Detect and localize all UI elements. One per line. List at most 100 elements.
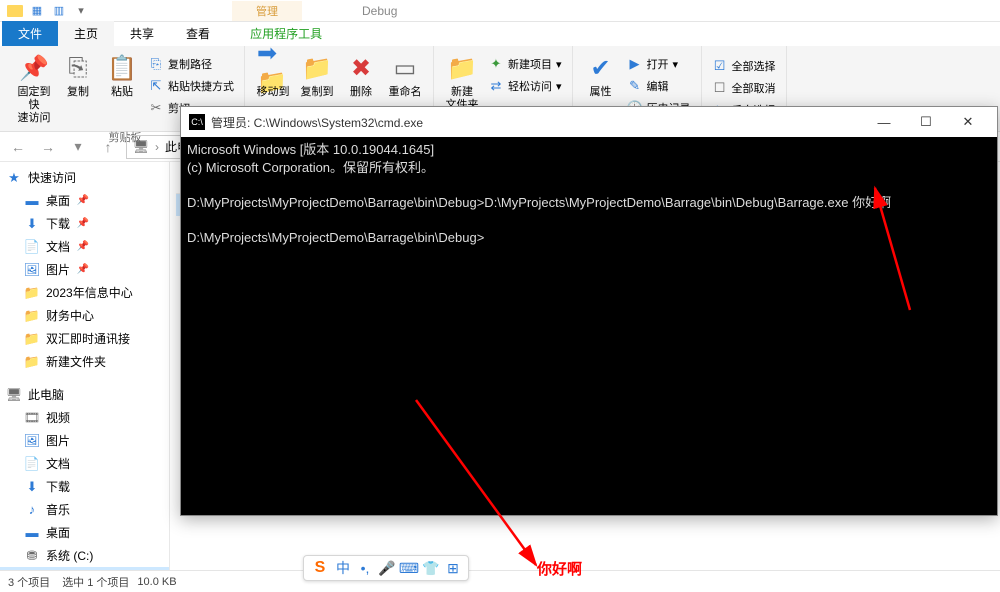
ime-menu-icon[interactable]: ⊞: [444, 559, 462, 577]
copy-to-button[interactable]: 📁复制到: [295, 50, 339, 101]
edit-button[interactable]: ✎编辑: [623, 76, 695, 96]
download-icon: ⬇: [24, 216, 40, 232]
qat-new-folder-icon[interactable]: ▥: [50, 2, 68, 20]
open-icon: ▶: [627, 56, 643, 72]
pc-icon: 🖥: [133, 139, 149, 155]
paste-shortcut-icon: ⇱: [148, 78, 164, 94]
star-icon: ★: [6, 170, 22, 186]
new-item-button[interactable]: ✦新建项目 ▾: [484, 54, 566, 74]
picture-icon: 🖼: [24, 433, 40, 449]
sidebar-item-pictures[interactable]: 🖼图片📌: [0, 258, 169, 281]
qat-properties-icon[interactable]: ▦: [28, 2, 46, 20]
new-folder-icon: 📁: [446, 52, 478, 84]
paste-button[interactable]: 📋 粘贴: [100, 50, 144, 101]
edit-icon: ✎: [627, 78, 643, 94]
sidebar-item-documents2[interactable]: 📄文档: [0, 452, 169, 475]
rename-icon: ▭: [389, 52, 421, 84]
minimize-button[interactable]: —: [863, 107, 905, 137]
sidebar-item-music[interactable]: ♪音乐: [0, 498, 169, 521]
tab-share[interactable]: 共享: [114, 21, 170, 46]
ime-toolbar[interactable]: S 中 •, 🎤 ⌨ 👕 ⊞: [303, 555, 469, 581]
nav-back-button[interactable]: ←: [6, 135, 30, 159]
delete-icon: ✖: [345, 52, 377, 84]
sogou-logo-icon[interactable]: S: [310, 558, 330, 578]
pc-icon: 🖥: [6, 387, 22, 403]
context-tab-header: 管理: [232, 1, 302, 21]
sidebar-item-documents[interactable]: 📄文档📌: [0, 235, 169, 258]
select-none-button[interactable]: ☐全部取消: [708, 78, 780, 98]
new-item-icon: ✦: [488, 56, 504, 72]
pin-quick-access-button[interactable]: 📌 固定到快 速访问: [12, 50, 56, 127]
sidebar-pc-header[interactable]: 🖥此电脑: [0, 383, 169, 406]
new-folder-button[interactable]: 📁新建 文件夹: [440, 50, 484, 114]
nav-up-button[interactable]: ↑: [96, 135, 120, 159]
properties-button[interactable]: ✔属性: [579, 50, 623, 101]
cmd-window: C:\ 管理员: C:\Windows\System32\cmd.exe — ☐…: [180, 106, 998, 516]
select-all-icon: ☑: [712, 58, 728, 74]
open-button[interactable]: ▶打开 ▾: [623, 54, 695, 74]
pin-icon: 📌: [76, 195, 90, 206]
copy-button[interactable]: ⎘ 复制: [56, 50, 100, 101]
tab-file[interactable]: 文件: [2, 21, 58, 46]
sidebar-quick-header[interactable]: ★快速访问: [0, 166, 169, 189]
sidebar-item-downloads2[interactable]: ⬇下载: [0, 475, 169, 498]
paste-shortcut-button[interactable]: ⇱粘贴快捷方式: [144, 76, 238, 96]
sidebar-item-folder2[interactable]: 📁财务中心: [0, 304, 169, 327]
picture-icon: 🖼: [24, 262, 40, 278]
download-icon: ⬇: [24, 479, 40, 495]
easy-access-button[interactable]: ⇄轻松访问 ▾: [484, 76, 566, 96]
sidebar-item-video[interactable]: 🎞视频: [0, 406, 169, 429]
ime-skin-icon[interactable]: 👕: [422, 559, 440, 577]
close-button[interactable]: ✕: [947, 107, 989, 137]
nav-recent-button[interactable]: ▾: [66, 135, 90, 159]
extra-tab: Debug: [346, 0, 413, 22]
sidebar-item-desktop[interactable]: ▬桌面📌: [0, 189, 169, 212]
cmd-output[interactable]: Microsoft Windows [版本 10.0.19044.1645] (…: [181, 137, 997, 251]
sidebar-item-folder4[interactable]: 📁新建文件夹: [0, 350, 169, 373]
folder-icon: [6, 2, 24, 20]
cmd-icon: C:\: [189, 114, 205, 130]
pin-icon: 📌: [18, 52, 50, 84]
copy-path-button[interactable]: ⎘复制路径: [144, 54, 238, 74]
properties-icon: ✔: [585, 52, 617, 84]
sidebar-item-folder1[interactable]: 📁2023年信息中心: [0, 281, 169, 304]
move-to-button[interactable]: ➡📁移动到: [251, 50, 295, 101]
status-bar: 3 个项目 选中 1 个项目 10.0 KB: [0, 570, 1000, 592]
move-icon: ➡📁: [257, 52, 289, 84]
ime-keyboard-icon[interactable]: ⌨: [400, 559, 418, 577]
cmd-titlebar[interactable]: C:\ 管理员: C:\Windows\System32\cmd.exe — ☐…: [181, 107, 997, 137]
cmd-title-text: 管理员: C:\Windows\System32\cmd.exe: [211, 114, 423, 131]
nav-forward-button[interactable]: →: [36, 135, 60, 159]
title-bar: ▦ ▥ ▾ 管理 Debug: [0, 0, 1000, 22]
document-icon: 📄: [24, 239, 40, 255]
sidebar: ★快速访问 ▬桌面📌 ⬇下载📌 📄文档📌 🖼图片📌 📁2023年信息中心 📁财务…: [0, 162, 170, 570]
copy-path-icon: ⎘: [148, 56, 164, 72]
cut-icon: ✂: [148, 100, 164, 116]
tab-home[interactable]: 主页: [58, 21, 114, 46]
status-selection: 选中 1 个项目: [62, 574, 129, 590]
sidebar-item-pictures2[interactable]: 🖼图片: [0, 429, 169, 452]
document-icon: 📄: [24, 456, 40, 472]
maximize-button[interactable]: ☐: [905, 107, 947, 137]
ime-mic-icon[interactable]: 🎤: [378, 559, 396, 577]
video-icon: 🎞: [24, 410, 40, 426]
sidebar-item-downloads[interactable]: ⬇下载📌: [0, 212, 169, 235]
sidebar-item-desktop2[interactable]: ▬桌面: [0, 521, 169, 544]
sidebar-item-drive-c[interactable]: ⛃系统 (C:): [0, 544, 169, 567]
status-count: 3 个项目: [8, 574, 50, 590]
drive-icon: ⛃: [24, 548, 40, 564]
desktop-icon: ▬: [24, 525, 40, 541]
copy-to-icon: 📁: [301, 52, 333, 84]
ime-mode-button[interactable]: 中: [334, 559, 352, 577]
qat-customize-icon[interactable]: ▾: [72, 2, 90, 20]
ime-punct-icon[interactable]: •,: [356, 559, 374, 577]
pin-icon: 📌: [76, 241, 90, 252]
select-none-icon: ☐: [712, 80, 728, 96]
sidebar-item-folder3[interactable]: 📁双汇即时通讯接: [0, 327, 169, 350]
rename-button[interactable]: ▭重命名: [383, 50, 427, 101]
delete-button[interactable]: ✖删除: [339, 50, 383, 101]
tab-view[interactable]: 查看: [170, 21, 226, 46]
pin-icon: 📌: [76, 264, 90, 275]
easy-access-icon: ⇄: [488, 78, 504, 94]
select-all-button[interactable]: ☑全部选择: [708, 56, 780, 76]
